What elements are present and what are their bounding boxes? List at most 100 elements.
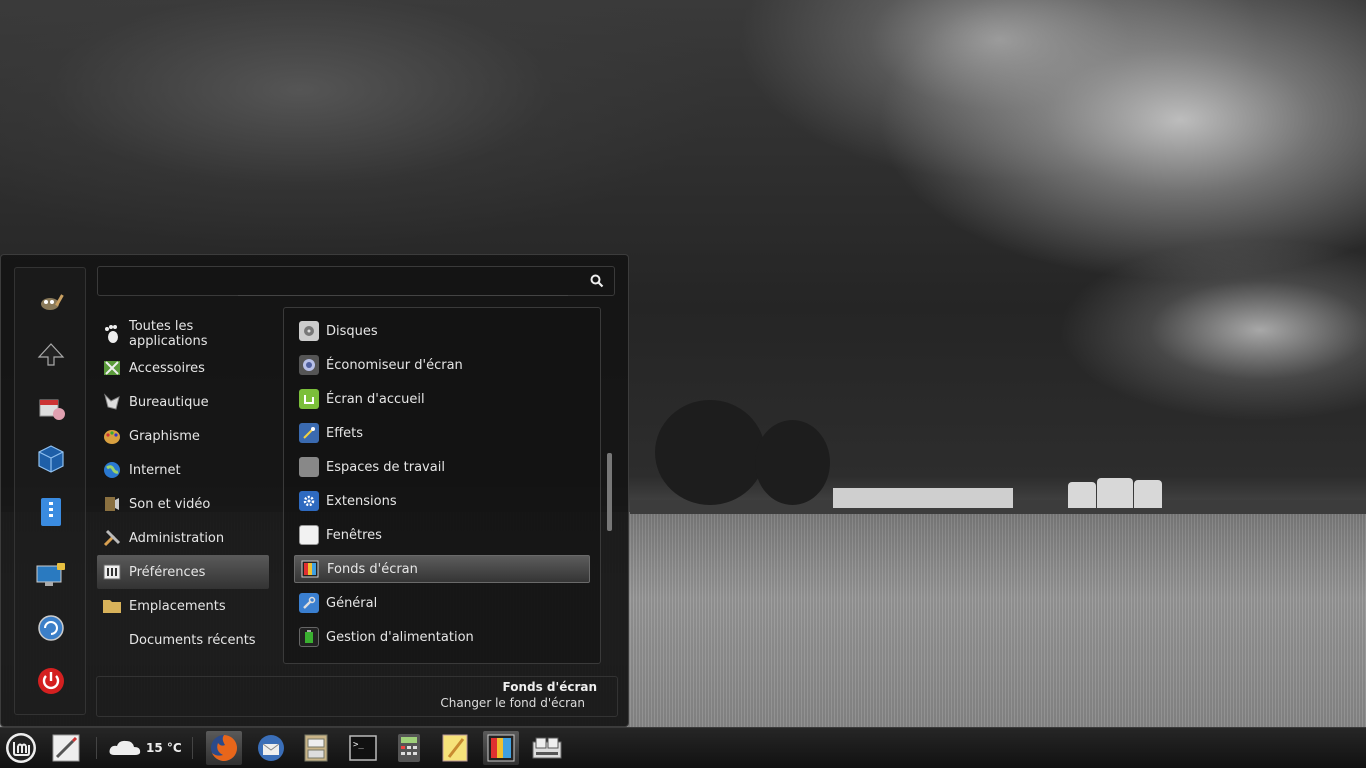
taskbar: 15 °C >_ bbox=[0, 727, 1366, 768]
app-label: Fenêtres bbox=[326, 527, 382, 543]
taskbar-separator bbox=[96, 737, 97, 759]
disks-icon bbox=[299, 321, 319, 341]
drive-manager-icon bbox=[532, 737, 562, 759]
category-label: Administration bbox=[129, 530, 225, 546]
app-label: Économiseur d'écran bbox=[326, 357, 463, 373]
weather-temperature[interactable]: 15 °C bbox=[146, 741, 182, 755]
wallpaper-silo bbox=[1134, 480, 1162, 508]
category-office[interactable]: Bureautique bbox=[97, 385, 273, 419]
category-multimedia[interactable]: Son et vidéo bbox=[97, 487, 273, 521]
app-label: Écran d'accueil bbox=[326, 391, 425, 407]
administration-icon bbox=[101, 527, 123, 549]
drive-manager-launcher[interactable] bbox=[529, 731, 565, 765]
search-box[interactable] bbox=[97, 266, 615, 296]
effects-icon bbox=[299, 423, 319, 443]
thunderbird-launcher[interactable] bbox=[253, 731, 289, 765]
application-menu: Toutes les applications Accessoires Bure… bbox=[0, 254, 629, 727]
app-workspaces[interactable]: Espaces de travail bbox=[294, 453, 590, 481]
gimp-icon[interactable] bbox=[34, 284, 68, 318]
search-underline bbox=[238, 295, 568, 296]
category-label: Bureautique bbox=[129, 394, 209, 410]
category-internet[interactable]: Internet bbox=[97, 453, 273, 487]
general-icon bbox=[299, 593, 319, 613]
thunderbird-icon bbox=[258, 735, 284, 761]
firefox-icon bbox=[211, 735, 237, 761]
archive-icon[interactable] bbox=[34, 495, 68, 529]
login-screen-icon bbox=[299, 389, 319, 409]
category-graphics[interactable]: Graphisme bbox=[97, 419, 273, 453]
text-editor-launcher[interactable] bbox=[48, 731, 84, 765]
mint-menu-button[interactable] bbox=[3, 731, 39, 765]
file-cabinet-launcher[interactable] bbox=[298, 731, 334, 765]
power-off-icon[interactable] bbox=[34, 664, 68, 698]
category-label: Internet bbox=[129, 462, 181, 478]
computer-lock-icon[interactable] bbox=[34, 558, 68, 592]
weather-applet[interactable] bbox=[106, 731, 144, 765]
virtualbox-icon[interactable] bbox=[34, 442, 68, 476]
category-places[interactable]: Emplacements bbox=[97, 589, 273, 623]
cloud-icon bbox=[109, 740, 141, 755]
app-label: Effets bbox=[326, 425, 364, 441]
app-general[interactable]: Général bbox=[294, 589, 590, 617]
file-cabinet-icon bbox=[304, 734, 328, 762]
category-accessories[interactable]: Accessoires bbox=[97, 351, 273, 385]
app-label: Général bbox=[326, 595, 378, 611]
svg-text:>_: >_ bbox=[353, 740, 364, 750]
wallpaper-tree bbox=[655, 400, 765, 505]
wallpaper-settings-icon bbox=[487, 734, 515, 762]
extensions-icon bbox=[299, 491, 319, 511]
app-effects[interactable]: Effets bbox=[294, 419, 590, 447]
category-label: Documents récents bbox=[129, 632, 256, 648]
accessories-icon bbox=[101, 357, 123, 379]
category-label: Graphisme bbox=[129, 428, 200, 444]
category-all-applications[interactable]: Toutes les applications bbox=[97, 317, 273, 351]
app-list-scrollbar[interactable] bbox=[607, 453, 612, 531]
app-label: Fonds d'écran bbox=[327, 561, 418, 577]
multimedia-icon bbox=[101, 493, 123, 515]
notes-launcher[interactable] bbox=[437, 731, 473, 765]
wallpaper-barn bbox=[833, 488, 1013, 508]
mint-menu-icon bbox=[6, 733, 36, 763]
office-icon bbox=[101, 391, 123, 413]
terminal-launcher[interactable]: >_ bbox=[345, 731, 381, 765]
update-manager-icon[interactable] bbox=[34, 611, 68, 645]
description-subtitle: Changer le fond d'écran bbox=[440, 696, 585, 710]
wallpaper-silo bbox=[1068, 482, 1096, 508]
recent-documents-icon bbox=[101, 629, 123, 651]
folder-icon bbox=[101, 595, 123, 617]
category-label: Toutes les applications bbox=[129, 319, 208, 349]
taskbar-separator bbox=[192, 737, 193, 759]
workspaces-icon bbox=[299, 457, 319, 477]
application-list[interactable]: Disques Économiseur d'écran Écran d'accu… bbox=[283, 307, 601, 664]
search-icon[interactable] bbox=[590, 274, 604, 288]
foot-icon bbox=[101, 323, 123, 345]
wallpaper-settings-launcher[interactable] bbox=[483, 731, 519, 765]
category-label: Son et vidéo bbox=[129, 496, 211, 512]
app-screensaver[interactable]: Économiseur d'écran bbox=[294, 351, 590, 379]
firefox-launcher[interactable] bbox=[206, 731, 242, 765]
text-editor-icon bbox=[52, 734, 80, 762]
app-label: Gestion d'alimentation bbox=[326, 629, 474, 645]
app-extensions[interactable]: Extensions bbox=[294, 487, 590, 515]
windows-icon bbox=[299, 525, 319, 545]
power-management-icon bbox=[299, 627, 319, 647]
app-windows[interactable]: Fenêtres bbox=[294, 521, 590, 549]
app-login-screen[interactable]: Écran d'accueil bbox=[294, 385, 590, 413]
category-label: Accessoires bbox=[129, 360, 205, 376]
terminal-icon: >_ bbox=[349, 735, 377, 761]
screensaver-icon bbox=[299, 355, 319, 375]
app-disks[interactable]: Disques bbox=[294, 317, 590, 345]
calculator-icon bbox=[398, 734, 420, 762]
category-administration[interactable]: Administration bbox=[97, 521, 273, 555]
inkscape-icon[interactable] bbox=[34, 338, 68, 372]
app-label: Espaces de travail bbox=[326, 459, 445, 475]
graphics-icon bbox=[101, 425, 123, 447]
app-power-management[interactable]: Gestion d'alimentation bbox=[294, 623, 590, 651]
app-wallpaper[interactable]: Fonds d'écran bbox=[294, 555, 590, 583]
calculator-launcher[interactable] bbox=[391, 731, 427, 765]
category-preferences[interactable]: Préférences bbox=[97, 555, 269, 589]
category-recent-documents[interactable]: Documents récents bbox=[97, 623, 273, 657]
search-input[interactable] bbox=[108, 272, 582, 292]
category-list: Toutes les applications Accessoires Bure… bbox=[97, 317, 273, 657]
package-manager-icon[interactable] bbox=[34, 390, 68, 424]
